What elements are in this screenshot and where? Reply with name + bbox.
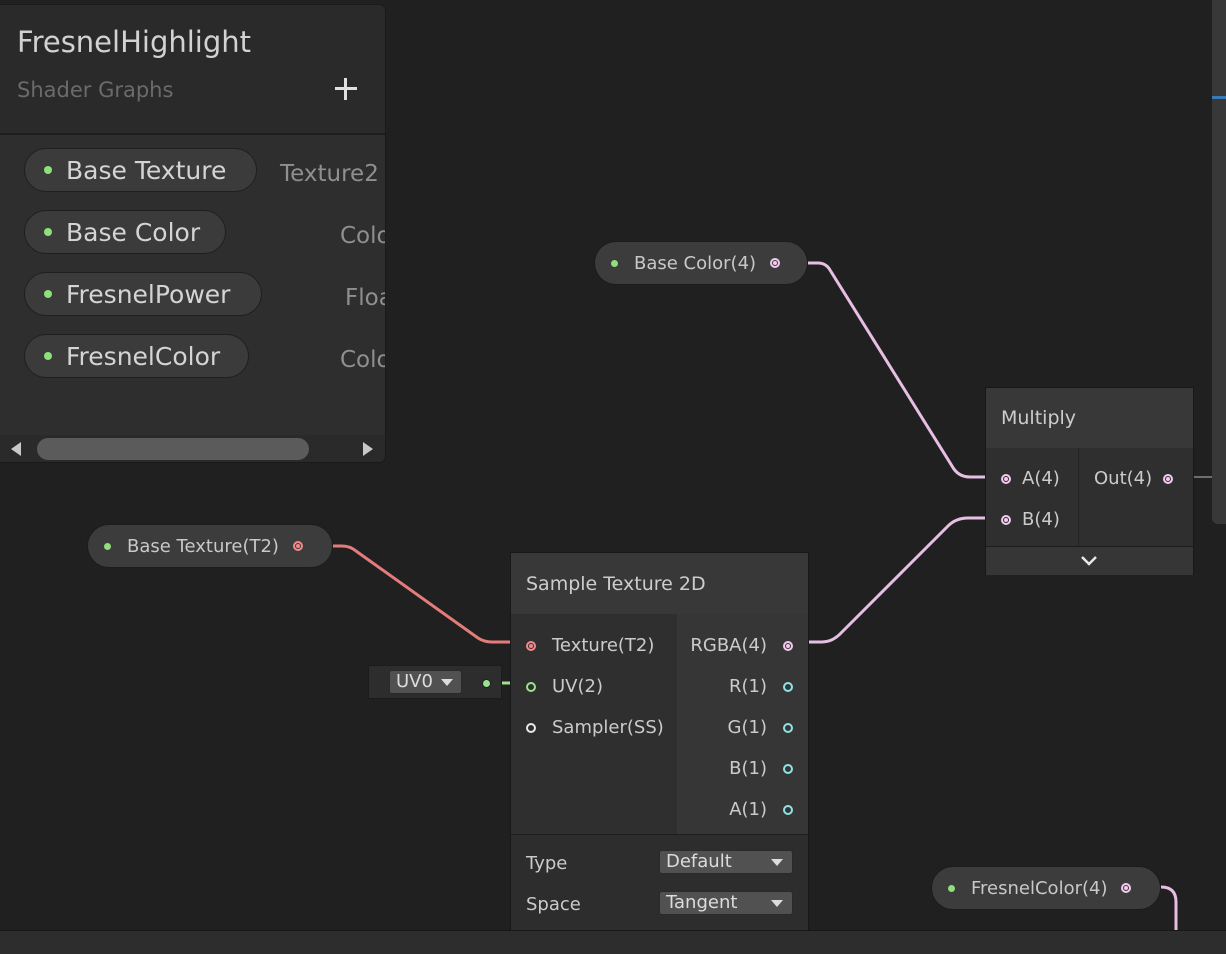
dropdown-caret-icon <box>771 859 783 866</box>
port-label: RGBA(4) <box>690 635 767 656</box>
wire-fresnel-color-out <box>1160 885 1178 930</box>
property-name: Base Color <box>66 217 201 247</box>
property-name: FresnelPower <box>66 279 231 309</box>
input-row-b[interactable]: B(4) <box>1001 509 1060 530</box>
output-port[interactable] <box>783 763 793 774</box>
type-label: Type <box>526 853 568 874</box>
exposed-dot-icon <box>44 290 52 298</box>
node-title: Sample Texture 2D <box>526 572 706 595</box>
property-type: Texture2 <box>280 161 379 187</box>
divider <box>1078 448 1079 546</box>
wire-base-color-to-multiply-a <box>808 261 998 479</box>
inspector-panel-edge <box>1212 0 1226 524</box>
type-dropdown[interactable]: Default <box>659 850 793 874</box>
input-port[interactable] <box>526 722 536 733</box>
input-row-uv[interactable]: UV(2) <box>526 676 603 697</box>
plus-icon[interactable] <box>330 73 362 105</box>
output-port[interactable] <box>783 681 793 692</box>
dropdown-caret-icon <box>441 679 453 686</box>
scroll-left-icon[interactable] <box>11 442 21 456</box>
space-dropdown[interactable]: Tangent <box>659 891 793 915</box>
base-color-property-node[interactable]: Base Color(4) <box>594 241 808 285</box>
port-label: Texture(T2) <box>552 635 655 656</box>
node-settings: Type Default Space Tangent <box>511 834 808 931</box>
node-label: Base Texture(T2) <box>127 535 279 557</box>
input-port[interactable] <box>526 640 536 651</box>
property-fresnel-power[interactable]: FresnelPower <box>24 272 262 316</box>
dropdown-value: UV0 <box>396 671 433 692</box>
wire-base-texture-to-texture-input <box>333 544 531 644</box>
property-type: Floa <box>345 285 385 311</box>
property-name: FresnelColor <box>66 341 221 371</box>
port-label: B(4) <box>1022 509 1060 530</box>
graph-path: Shader Graphs <box>17 78 174 102</box>
wire-rgba-to-multiply-b <box>788 516 998 644</box>
output-port[interactable] <box>770 258 781 268</box>
panel-accent <box>1212 96 1226 99</box>
blackboard-panel: FresnelHighlight Shader Graphs Base Text… <box>0 5 385 462</box>
scroll-right-icon[interactable] <box>363 442 373 456</box>
uv-inline-input: UV0 <box>368 665 502 699</box>
input-row-sampler[interactable]: Sampler(SS) <box>526 717 664 738</box>
exposed-dot-icon <box>44 166 52 174</box>
port-label: R(1) <box>728 676 767 697</box>
input-port[interactable] <box>526 681 536 692</box>
output-row-g[interactable]: G(1) <box>728 717 793 738</box>
exposed-dot-icon <box>948 884 955 892</box>
output-port[interactable] <box>1121 883 1132 893</box>
output-port[interactable] <box>783 722 793 733</box>
property-base-color[interactable]: Base Color <box>24 210 226 254</box>
port-label: UV(2) <box>552 676 603 697</box>
port-label: A(4) <box>1022 468 1060 489</box>
inline-output-port[interactable] <box>482 679 491 688</box>
node-label: Base Color(4) <box>634 252 757 274</box>
output-row-b[interactable]: B(1) <box>729 758 793 779</box>
node-label: FresnelColor(4) <box>971 877 1108 899</box>
node-header[interactable]: Sample Texture 2D <box>511 553 808 614</box>
port-label: Out(4) <box>1094 468 1153 489</box>
exposed-dot-icon <box>44 228 52 236</box>
property-type: Colo <box>340 223 385 249</box>
multiply-node[interactable]: Multiply A(4) B(4) Out(4) <box>986 388 1193 575</box>
expand-bar[interactable] <box>986 546 1193 575</box>
property-list: Base Texture Texture2 Base Color Colo Fr… <box>0 135 385 435</box>
chevron-down-icon[interactable] <box>1080 555 1098 566</box>
base-texture-property-node[interactable]: Base Texture(T2) <box>87 524 333 568</box>
exposed-dot-icon <box>611 259 618 267</box>
dropdown-value: Default <box>666 851 732 872</box>
exposed-dot-icon <box>104 542 111 550</box>
sample-texture-2d-node[interactable]: Sample Texture 2D Texture(T2) UV(2) Samp… <box>511 553 808 931</box>
property-name: Base Texture <box>66 155 227 185</box>
scrollbar-thumb[interactable] <box>37 438 309 460</box>
output-port[interactable] <box>1163 473 1174 484</box>
node-header[interactable]: Multiply <box>986 388 1193 448</box>
port-label: B(1) <box>729 758 767 779</box>
port-label: A(1) <box>729 799 767 820</box>
property-base-texture[interactable]: Base Texture <box>24 148 257 192</box>
output-port[interactable] <box>292 541 303 551</box>
output-port[interactable] <box>783 640 793 651</box>
exposed-dot-icon <box>44 352 52 360</box>
space-label: Space <box>526 894 581 915</box>
fresnel-color-property-node[interactable]: FresnelColor(4) <box>931 866 1161 910</box>
input-row-a[interactable]: A(4) <box>1001 468 1060 489</box>
node-title: Multiply <box>1001 407 1077 429</box>
dropdown-caret-icon <box>771 900 783 907</box>
output-port[interactable] <box>783 804 793 815</box>
graph-title: FresnelHighlight <box>17 25 252 59</box>
status-bar <box>0 930 1226 954</box>
output-row[interactable]: Out(4) <box>1094 468 1174 489</box>
input-port[interactable] <box>1001 473 1011 484</box>
output-row-r[interactable]: R(1) <box>729 676 793 697</box>
uv-channel-dropdown[interactable]: UV0 <box>389 670 462 694</box>
property-type: Colo <box>340 347 385 373</box>
input-row-texture[interactable]: Texture(T2) <box>526 635 654 656</box>
port-label: Sampler(SS) <box>552 717 664 738</box>
property-fresnel-color[interactable]: FresnelColor <box>24 334 249 378</box>
output-row-rgba[interactable]: RGBA(4) <box>690 635 793 656</box>
dropdown-value: Tangent <box>666 892 738 913</box>
output-row-a[interactable]: A(1) <box>729 799 793 820</box>
input-port[interactable] <box>1001 514 1011 525</box>
port-label: G(1) <box>727 717 767 738</box>
